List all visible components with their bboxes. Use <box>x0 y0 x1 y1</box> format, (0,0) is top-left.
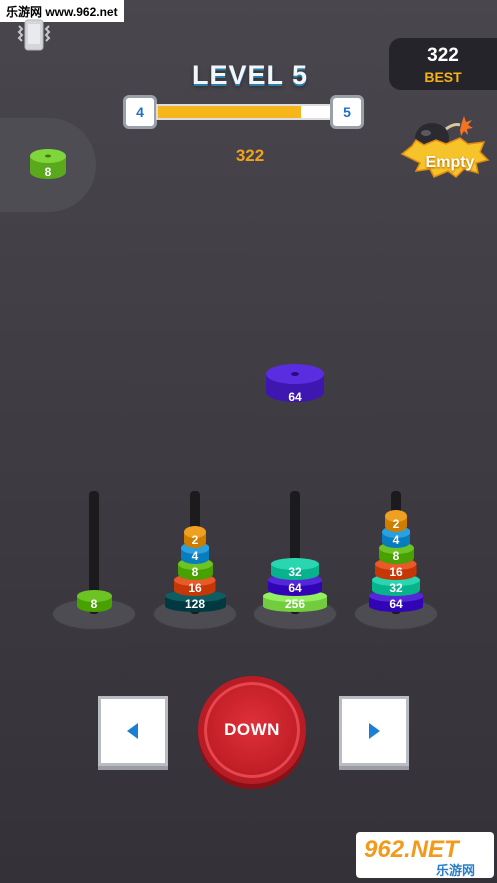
tower-ring-label: 32 <box>288 565 302 579</box>
tower-ring-label: 128 <box>184 597 206 611</box>
tower-ring-label: 32 <box>389 581 403 595</box>
move-left-button[interactable] <box>98 696 168 766</box>
move-right-button[interactable] <box>339 696 409 766</box>
tower-ring-label: 16 <box>389 565 403 579</box>
tower-ring-label: 8 <box>191 565 199 579</box>
tower-ring-label: 64 <box>389 597 403 611</box>
tower-ring-label: 4 <box>392 533 400 547</box>
tower-ring-label: 4 <box>191 549 199 563</box>
tower-ring-label: 256 <box>284 597 306 611</box>
tower-ring-label: 8 <box>90 597 98 611</box>
right-arrow-icon <box>369 723 380 739</box>
watermark-bottom: 962.NET 乐游网 <box>356 832 494 878</box>
left-arrow-icon <box>127 723 138 739</box>
tower-ring-label: 8 <box>392 549 400 563</box>
tower-ring-label: 64 <box>288 581 302 595</box>
watermark-sub: 乐游网 <box>436 863 476 878</box>
tower-ring-label: 16 <box>188 581 202 595</box>
tower-ring-label: 2 <box>392 517 400 531</box>
down-button[interactable]: DOWN <box>198 676 306 784</box>
tower-ring-label: 2 <box>191 533 199 547</box>
